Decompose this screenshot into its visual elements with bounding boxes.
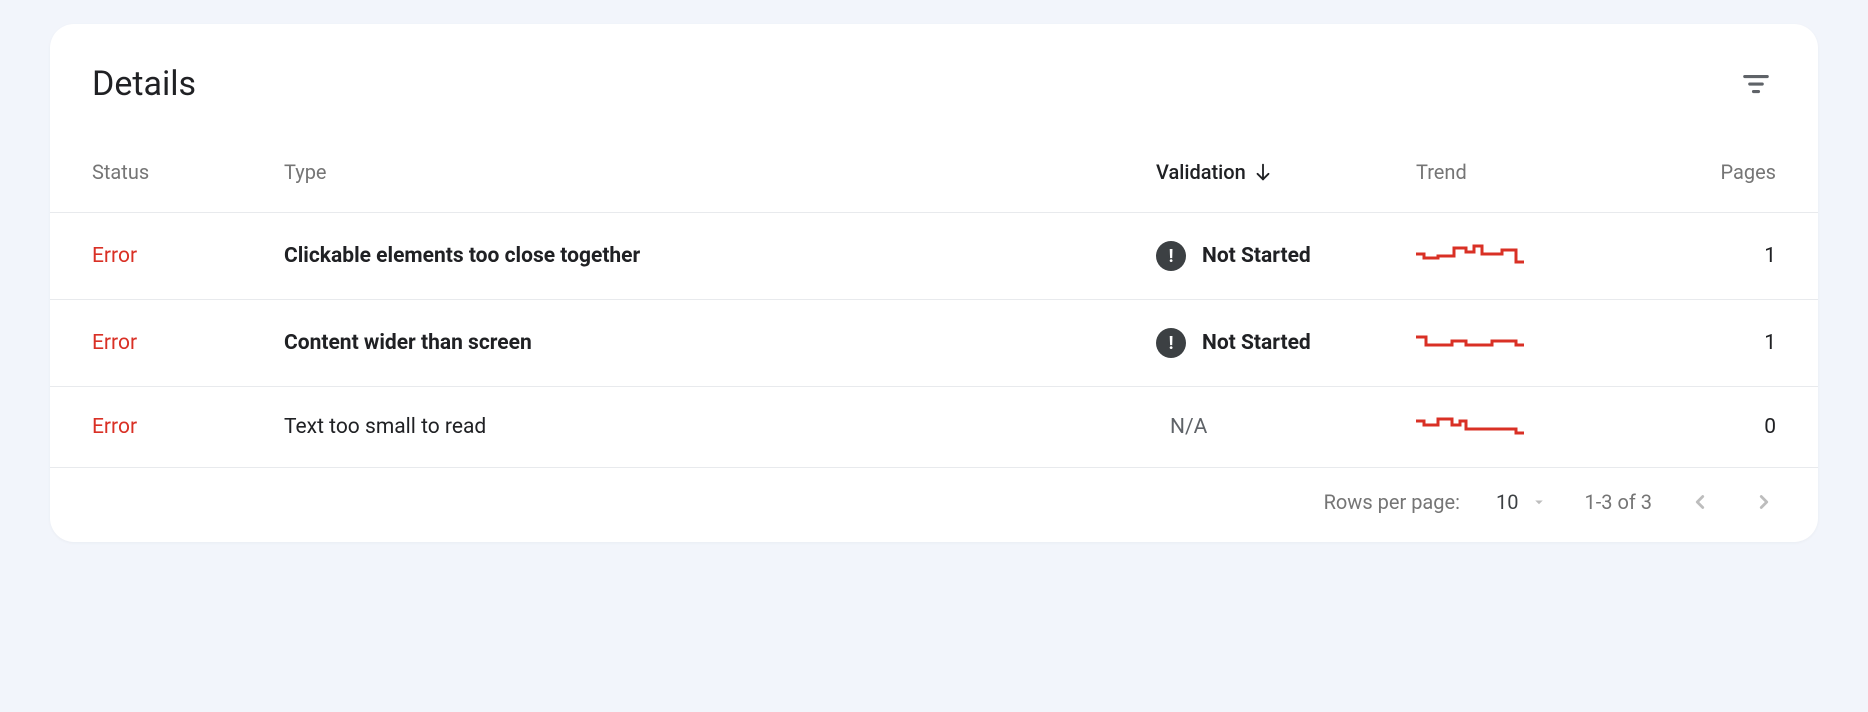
table-row[interactable]: ErrorText too small to readN/A 0 (50, 387, 1818, 468)
pages-cell: 1 (1676, 331, 1776, 355)
prev-page-button[interactable] (1688, 490, 1712, 514)
type-cell: Clickable elements too close together (284, 244, 1156, 268)
header-type[interactable]: Type (284, 160, 1156, 184)
next-page-button[interactable] (1752, 490, 1776, 514)
type-cell: Content wider than screen (284, 331, 1156, 355)
sort-down-icon (1252, 161, 1274, 183)
dropdown-icon (1530, 493, 1548, 511)
validation-cell: N/A (1156, 415, 1416, 439)
header-pages[interactable]: Pages (1676, 160, 1776, 184)
table-header: Status Type Validation Trend Pages (50, 140, 1818, 213)
details-card: Details Status Type Validation Trend Pag… (50, 24, 1818, 542)
validation-cell: ! Not Started (1156, 328, 1416, 358)
validation-cell: ! Not Started (1156, 241, 1416, 271)
trend-sparkline (1416, 415, 1526, 439)
trend-cell (1416, 244, 1676, 268)
table-body: ErrorClickable elements too close togeth… (50, 213, 1818, 468)
rows-per-page-select[interactable]: 10 (1496, 490, 1548, 514)
type-cell: Text too small to read (284, 415, 1156, 439)
trend-cell (1416, 331, 1676, 355)
table-row[interactable]: ErrorClickable elements too close togeth… (50, 213, 1818, 300)
header-status[interactable]: Status (92, 160, 284, 184)
pagination: Rows per page: 10 1-3 of 3 (50, 468, 1818, 542)
status-cell: Error (92, 331, 284, 355)
filter-icon (1741, 69, 1771, 99)
chevron-right-icon (1753, 491, 1775, 513)
header-validation-label: Validation (1156, 160, 1246, 184)
trend-sparkline (1416, 244, 1526, 268)
validation-text: Not Started (1202, 331, 1311, 355)
alert-icon: ! (1156, 241, 1186, 271)
status-cell: Error (92, 244, 284, 268)
alert-icon: ! (1156, 328, 1186, 358)
chevron-left-icon (1689, 491, 1711, 513)
validation-text: Not Started (1202, 244, 1311, 268)
card-title: Details (92, 64, 196, 104)
table-row[interactable]: ErrorContent wider than screen! Not Start… (50, 300, 1818, 387)
rows-per-page-value: 10 (1496, 490, 1518, 514)
filter-button[interactable] (1736, 64, 1776, 104)
card-header: Details (50, 24, 1818, 140)
pages-cell: 0 (1676, 415, 1776, 439)
pages-cell: 1 (1676, 244, 1776, 268)
validation-text: N/A (1156, 415, 1207, 439)
rows-per-page-label: Rows per page: (1324, 490, 1460, 514)
trend-cell (1416, 415, 1676, 439)
header-validation[interactable]: Validation (1156, 160, 1416, 184)
trend-sparkline (1416, 331, 1526, 355)
page-range: 1-3 of 3 (1584, 490, 1652, 514)
header-trend[interactable]: Trend (1416, 160, 1676, 184)
status-cell: Error (92, 415, 284, 439)
